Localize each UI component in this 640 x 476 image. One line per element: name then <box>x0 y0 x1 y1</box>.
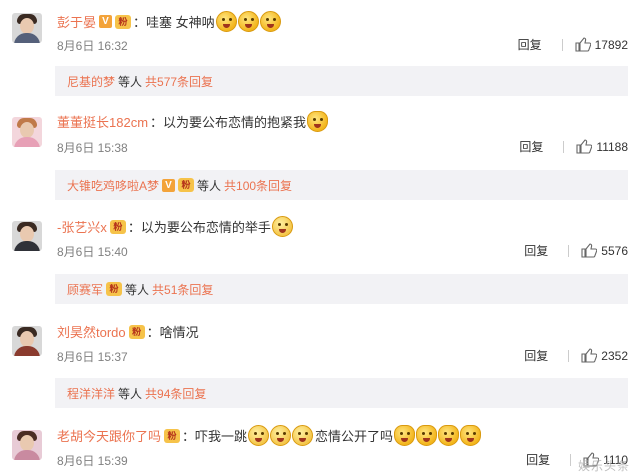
like-count: 11188 <box>596 139 628 154</box>
emoji-icon <box>438 425 460 446</box>
replies-summary[interactable]: 顾赛军 粉 等人 共51条回复 <box>55 274 628 304</box>
reply-button[interactable]: 回复 <box>526 451 550 468</box>
comment-text-continued: 恋情公开了吗 <box>315 429 394 444</box>
reply-etc-label: 等人 <box>125 282 150 297</box>
emoji-icon <box>270 425 292 446</box>
comment-username[interactable]: 董董挺长182cm <box>57 112 148 131</box>
avatar[interactable] <box>12 326 42 356</box>
reply-count-link[interactable]: 共100条回复 <box>224 177 292 194</box>
emoji-icon <box>307 111 329 132</box>
reply-etc-label: 等人 <box>118 386 143 401</box>
reply-count-link[interactable]: 共577条回复 <box>145 73 213 90</box>
comment-time: 8月6日 15:40 <box>57 245 128 259</box>
reply-button[interactable]: 回复 <box>524 242 548 259</box>
comment-time: 8月6日 15:38 <box>57 141 128 155</box>
emoji-icon <box>215 11 237 32</box>
thumb-up-icon[interactable] <box>581 348 598 363</box>
comment-username[interactable]: -张艺兴x <box>57 217 107 236</box>
reply-button[interactable]: 回复 <box>519 138 543 155</box>
replies-summary[interactable]: 尼基的梦 等人 共577条回复 <box>55 66 628 96</box>
fan-medal-icon: 粉 <box>109 219 126 234</box>
divider <box>568 244 570 257</box>
emoji-icon <box>416 425 438 446</box>
thumb-up-icon[interactable] <box>576 139 593 154</box>
like-count: 5576 <box>601 243 628 258</box>
comment-text: ：吓我一跳 <box>182 429 248 444</box>
divider <box>570 453 572 466</box>
comment-time: 8月6日 15:37 <box>57 350 128 364</box>
comment-text: ：以为要公布恋情的举手 <box>127 220 271 235</box>
comment-text: ：哇塞 女神呐 <box>133 15 215 30</box>
reply-button[interactable]: 回复 <box>524 347 548 364</box>
comment-text: ：以为要公布恋情的抱紧我 <box>150 115 307 130</box>
emoji-icon <box>271 216 293 237</box>
fan-medal-icon: 粉 <box>164 428 181 443</box>
like-count: 17892 <box>594 37 628 52</box>
thumb-up-icon[interactable] <box>581 243 598 258</box>
avatar[interactable] <box>12 430 42 460</box>
divider <box>563 140 565 153</box>
watermark: 娱乐头条 <box>577 459 630 473</box>
comment-username[interactable]: 刘昊然tordo <box>57 322 126 341</box>
verified-badge-icon: V <box>162 178 176 192</box>
emoji-icon <box>259 11 281 32</box>
avatar[interactable] <box>12 117 42 147</box>
reply-username[interactable]: 尼基的梦 <box>67 73 115 90</box>
emoji-icon <box>292 425 314 446</box>
reply-etc-label: 等人 <box>118 74 143 89</box>
reply-count-link[interactable]: 共51条回复 <box>152 281 213 298</box>
comment-username[interactable]: 彭于晏 <box>57 12 96 31</box>
emoji-icon <box>460 425 482 446</box>
verified-badge-icon: V <box>99 15 113 28</box>
avatar[interactable] <box>12 13 42 43</box>
reply-button[interactable]: 回复 <box>518 36 542 53</box>
reply-username[interactable]: 顾赛军 <box>67 281 103 298</box>
fan-medal-icon: 粉 <box>178 178 195 192</box>
comment-time: 8月6日 16:32 <box>57 39 128 53</box>
thumb-up-icon[interactable] <box>575 37 591 52</box>
comment-username[interactable]: 老胡今天跟你了吗 <box>57 426 161 445</box>
fan-medal-icon: 粉 <box>115 14 132 29</box>
replies-summary[interactable]: 程洋洋洋 等人 共94条回复 <box>55 378 628 408</box>
comment-time: 8月6日 15:39 <box>57 454 128 468</box>
fan-medal-icon: 粉 <box>128 324 145 339</box>
avatar[interactable] <box>12 221 42 251</box>
divider <box>561 38 563 51</box>
divider <box>568 349 570 362</box>
comment-text: ：啥情况 <box>146 325 199 340</box>
emoji-icon <box>237 11 259 32</box>
emoji-icon <box>248 425 270 446</box>
fan-medal-icon: 粉 <box>106 282 123 296</box>
reply-etc-label: 等人 <box>197 178 222 193</box>
reply-count-link[interactable]: 共94条回复 <box>145 385 206 402</box>
like-count: 2352 <box>601 348 628 363</box>
reply-username[interactable]: 程洋洋洋 <box>67 385 115 402</box>
emoji-icon <box>394 425 416 446</box>
replies-summary[interactable]: 大锥吃鸡哆啦A梦 V 粉 等人 共100条回复 <box>55 170 628 200</box>
reply-username[interactable]: 大锥吃鸡哆啦A梦 <box>67 177 159 194</box>
